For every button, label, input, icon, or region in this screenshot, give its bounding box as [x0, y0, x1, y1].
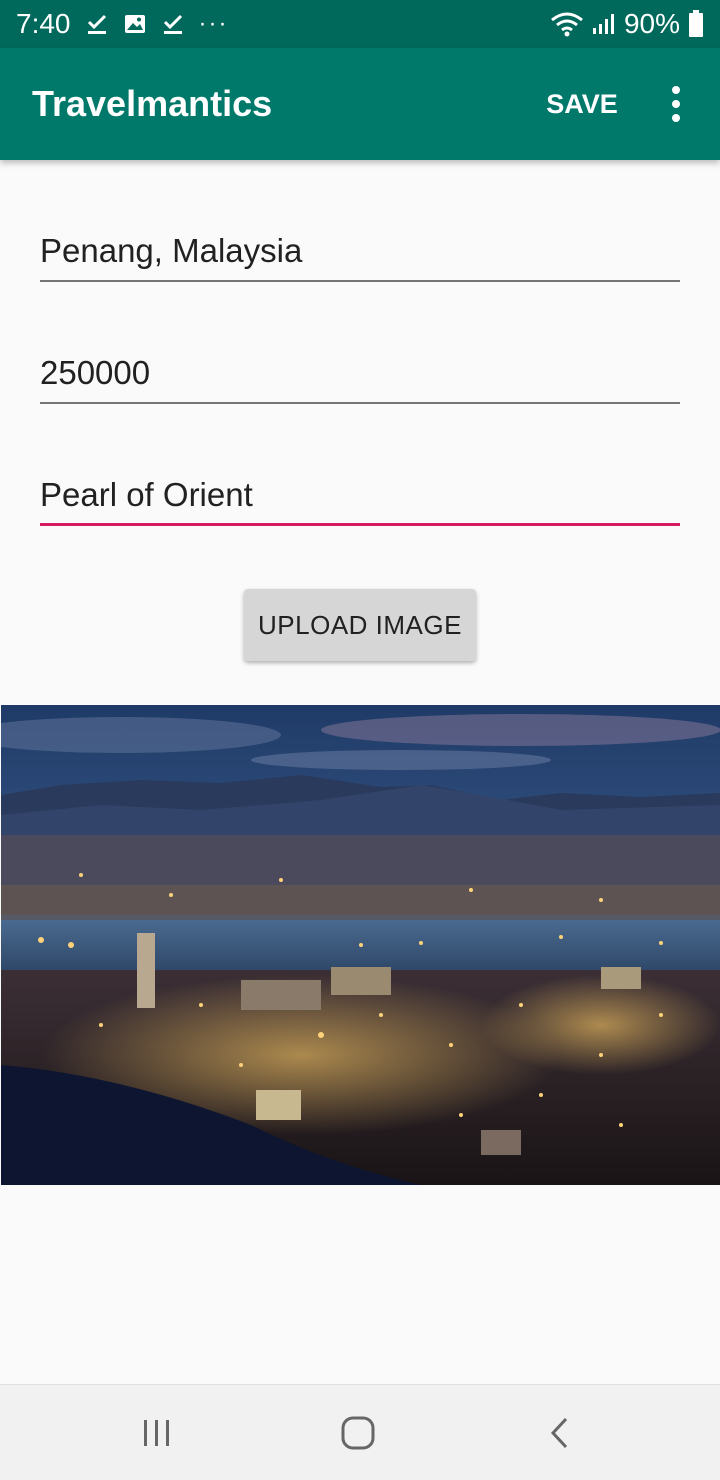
city-night-photo	[1, 705, 720, 1185]
battery-percent: 90%	[623, 8, 680, 39]
more-vert-icon[interactable]	[652, 76, 700, 132]
system-nav-bar	[0, 1384, 720, 1480]
home-icon[interactable]	[318, 1405, 398, 1461]
status-right: 90%	[550, 8, 704, 40]
status-bar: 7:40 ··· 90%	[0, 0, 720, 48]
status-overflow-indicator: ···	[198, 10, 229, 37]
battery-icon	[689, 10, 703, 37]
app-bar: Travelmantics SAVE	[0, 48, 720, 160]
recents-icon[interactable]	[117, 1405, 197, 1461]
status-time: 7:40	[16, 8, 71, 39]
price-field[interactable]	[40, 344, 680, 404]
upload-image-button[interactable]: UPLOAD IMAGE	[244, 589, 476, 661]
description-field[interactable]	[40, 466, 680, 526]
wifi-icon	[551, 12, 583, 37]
status-left: 7:40 ···	[16, 8, 228, 40]
title-field[interactable]	[40, 222, 680, 282]
check-download-icon	[163, 14, 182, 34]
check-download-icon	[87, 14, 106, 34]
image-icon	[124, 15, 145, 33]
signal-icon	[592, 14, 614, 34]
destination-image	[1, 705, 720, 1185]
save-button[interactable]: SAVE	[530, 76, 634, 132]
app-title: Travelmantics	[32, 83, 273, 124]
back-icon[interactable]	[520, 1405, 600, 1461]
